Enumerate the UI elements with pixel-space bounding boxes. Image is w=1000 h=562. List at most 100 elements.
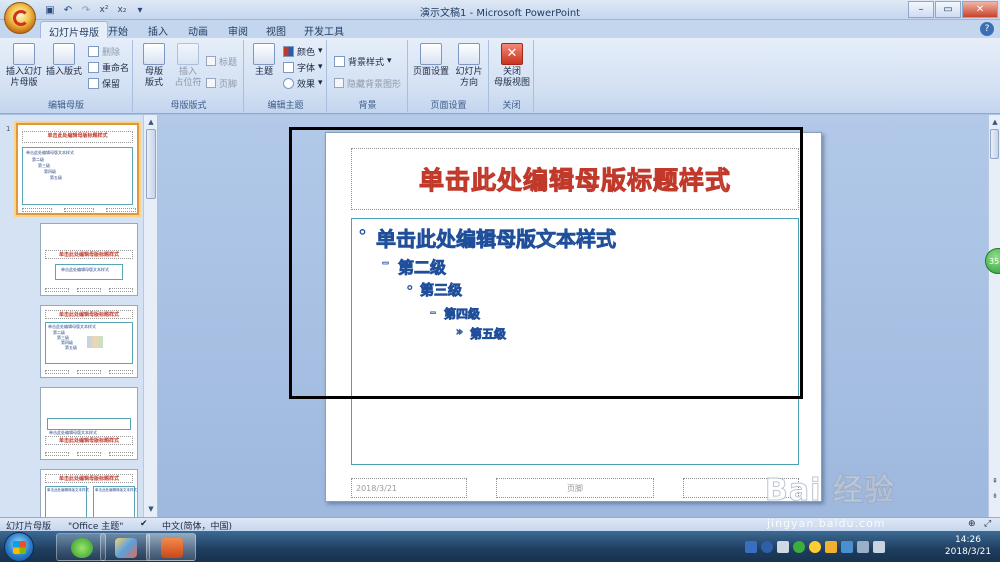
office-button[interactable] [4,2,36,34]
undo-icon[interactable]: ↶ [60,2,76,18]
minimize-icon[interactable]: – [908,1,934,18]
fit-window-icon[interactable]: ⤢ [984,519,991,529]
taskbar-powerpoint[interactable] [146,533,196,561]
status-bar: 幻灯片母版 "Office 主题" ✔ 中文(简体，中国) ⊕ ⤢ [0,517,1000,532]
thumbnail-layout-section[interactable]: 单击此处编辑母版文本样式 单击此处编辑母版标题样式 [40,387,138,460]
next-slide-icon[interactable]: ⇟ [989,490,1000,502]
taskbar-clock[interactable]: 14:26 2018/3/21 [938,534,998,558]
powerpoint-window: ▣ ↶ ↷ x² x₂ ▾ 演示文稿1 - Microsoft PowerPoi… [0,0,1000,562]
start-button[interactable] [4,532,34,562]
effects-button[interactable]: 效果 ▾ [283,76,323,90]
security-icon[interactable] [793,541,805,553]
group-page-setup: 页面设置 幻灯片 方向 页面设置 [409,40,489,112]
title-placeholder[interactable]: 单击此处编辑母版标题样式 [351,148,799,210]
scrollbar-thumb[interactable] [990,129,999,159]
body-placeholder[interactable]: ◦ 单击此处编辑母版文本样式 – 第二级 ◦ 第三级 – 第四级 » 第五级 [351,218,799,465]
master-layout-label-2: 版式 [144,78,163,88]
thumbnail-scrollbar[interactable]: ▲ ▼ [143,115,157,517]
footer-checkbox[interactable]: 页脚 [206,76,237,90]
close-window-icon[interactable]: ✕ [962,1,998,18]
slide-number-placeholder[interactable] [683,478,799,498]
rename-icon [88,61,99,73]
thumbnail-slide-master[interactable]: 单击此处编辑母版标题样式 单击此处编辑母版文本样式 第二级 第三级 第四级 第五… [16,123,139,215]
previous-slide-icon[interactable]: ⇞ [989,475,1000,487]
title-bar: ▣ ↶ ↷ x² x₂ ▾ 演示文稿1 - Microsoft PowerPoi… [0,0,1000,20]
master-slide[interactable]: 单击此处编辑母版标题样式 ◦ 单击此处编辑母版文本样式 – 第二级 ◦ 第三级 … [325,132,822,502]
thumbnail-level5: 第五级 [50,175,62,180]
maximize-icon[interactable]: ▭ [935,1,961,18]
customize-qat-icon[interactable]: ▾ [132,2,148,18]
group-label-master-layout: 母版版式 [170,101,207,111]
close-master-view-button[interactable]: ✕ 关闭 母版视图 [492,43,532,89]
tab-animations[interactable]: 动画 [180,21,216,38]
clock-date: 2018/3/21 [944,547,992,557]
spellcheck-icon[interactable]: ✔ [140,519,148,529]
themes-icon [253,43,275,65]
bullet-level4-icon: – [430,305,437,320]
body-level2-text: 第二级 [398,258,447,278]
redo-icon[interactable]: ↷ [78,2,94,18]
tab-view[interactable]: 视图 [258,21,294,38]
themes-button[interactable]: 主题 [249,43,279,78]
scroll-down-icon[interactable]: ▼ [145,503,157,515]
superscript-icon[interactable]: x² [96,2,112,18]
rename-button[interactable]: 重命名 [88,60,129,74]
insert-slide-master-button[interactable]: 插入幻灯 片母版 [4,43,44,89]
preserve-button[interactable]: 保留 [88,76,120,90]
tab-home[interactable]: 开始 [100,21,136,38]
delete-button[interactable]: 删除 [88,44,120,58]
help-icon[interactable]: ? [980,22,994,36]
taskbar-browser[interactable] [56,533,106,561]
insert-layout-button[interactable]: 插入版式 [44,43,84,78]
volume-icon[interactable] [873,541,885,553]
taskbar-paint[interactable] [100,533,150,561]
thumbnail-footer [77,288,101,292]
group-label-edit-master: 编辑母版 [47,101,84,111]
colors-button[interactable]: 颜色 ▾ [283,44,323,58]
date-placeholder[interactable]: 2018/3/21 [351,478,467,498]
thumbnail-layout-title[interactable]: 单击此处编辑母版标题样式 单击此处编辑母版文本样式 [40,223,138,296]
tab-developer[interactable]: 开发工具 [296,21,352,38]
ribbon-tabs: 幻灯片母版 开始 插入 动画 审阅 视图 开发工具 ? [0,20,1000,39]
tab-review[interactable]: 审阅 [220,21,256,38]
group-background: 背景样式 ▾ 隐藏背景图形 背景 [328,40,408,112]
fonts-button[interactable]: 字体 ▾ [283,60,323,74]
tab-slide-master[interactable]: 幻灯片母版 [40,21,108,39]
arrow-tray-icon[interactable] [777,541,789,553]
scrollbar-thumb[interactable] [146,129,156,199]
footer-placeholder[interactable]: 页脚 [496,478,654,498]
keyboard-icon[interactable] [745,541,757,553]
hide-background-checkbox[interactable]: 隐藏背景图形 [334,76,401,90]
page-setup-button[interactable]: 页面设置 [413,43,449,78]
messenger-icon[interactable] [825,541,837,553]
qq-icon[interactable] [809,541,821,553]
bullet-level5-icon: » [456,325,464,339]
background-styles-icon [334,55,345,67]
fonts-label: 字体 [297,63,316,74]
subscript-icon[interactable]: x₂ [114,2,130,18]
thumbnail-footer [45,288,69,292]
body-level4-text: 第四级 [444,307,481,322]
close-master-view-label-1: 关闭 [502,67,521,77]
quick-access-toolbar: ▣ ↶ ↷ x² x₂ ▾ [42,2,148,18]
editor-scrollbar[interactable]: ▲ ⇞ ⇟ [988,115,1000,517]
thumbnail-layout-two-content[interactable]: 单击此处编辑母版标题样式 单击此处编辑母版文本样式 单击此处编辑母版文本样式 [40,469,138,519]
zoom-in-icon[interactable]: ⊕ [968,519,976,529]
close-master-view-label-2: 母版视图 [493,78,530,88]
slide-orientation-button[interactable]: 幻灯片 方向 [451,43,487,89]
slide-orientation-label-2: 方向 [459,78,478,88]
network-icon[interactable] [841,541,853,553]
delete-label: 删除 [102,47,121,58]
background-styles-button[interactable]: 背景样式 ▾ [334,54,392,68]
scroll-up-icon[interactable]: ▲ [145,116,157,128]
save-icon[interactable]: ▣ [42,2,58,18]
scroll-up-icon[interactable]: ▲ [989,116,1000,128]
title-checkbox[interactable]: 标题 [206,54,237,68]
help-tray-icon[interactable] [761,541,773,553]
network-signal-icon[interactable] [857,541,869,553]
tab-insert[interactable]: 插入 [140,21,176,38]
thumbnail-level4: 第四级 [44,169,56,174]
thumbnail-layout-content[interactable]: 单击此处编辑母版标题样式 单击此处编辑母版文本样式 第二级 第三级 第四级 第五… [40,305,138,378]
insert-placeholder-button[interactable]: 插入 占位符 [170,43,206,89]
master-layout-button[interactable]: 母版 版式 [138,43,170,89]
